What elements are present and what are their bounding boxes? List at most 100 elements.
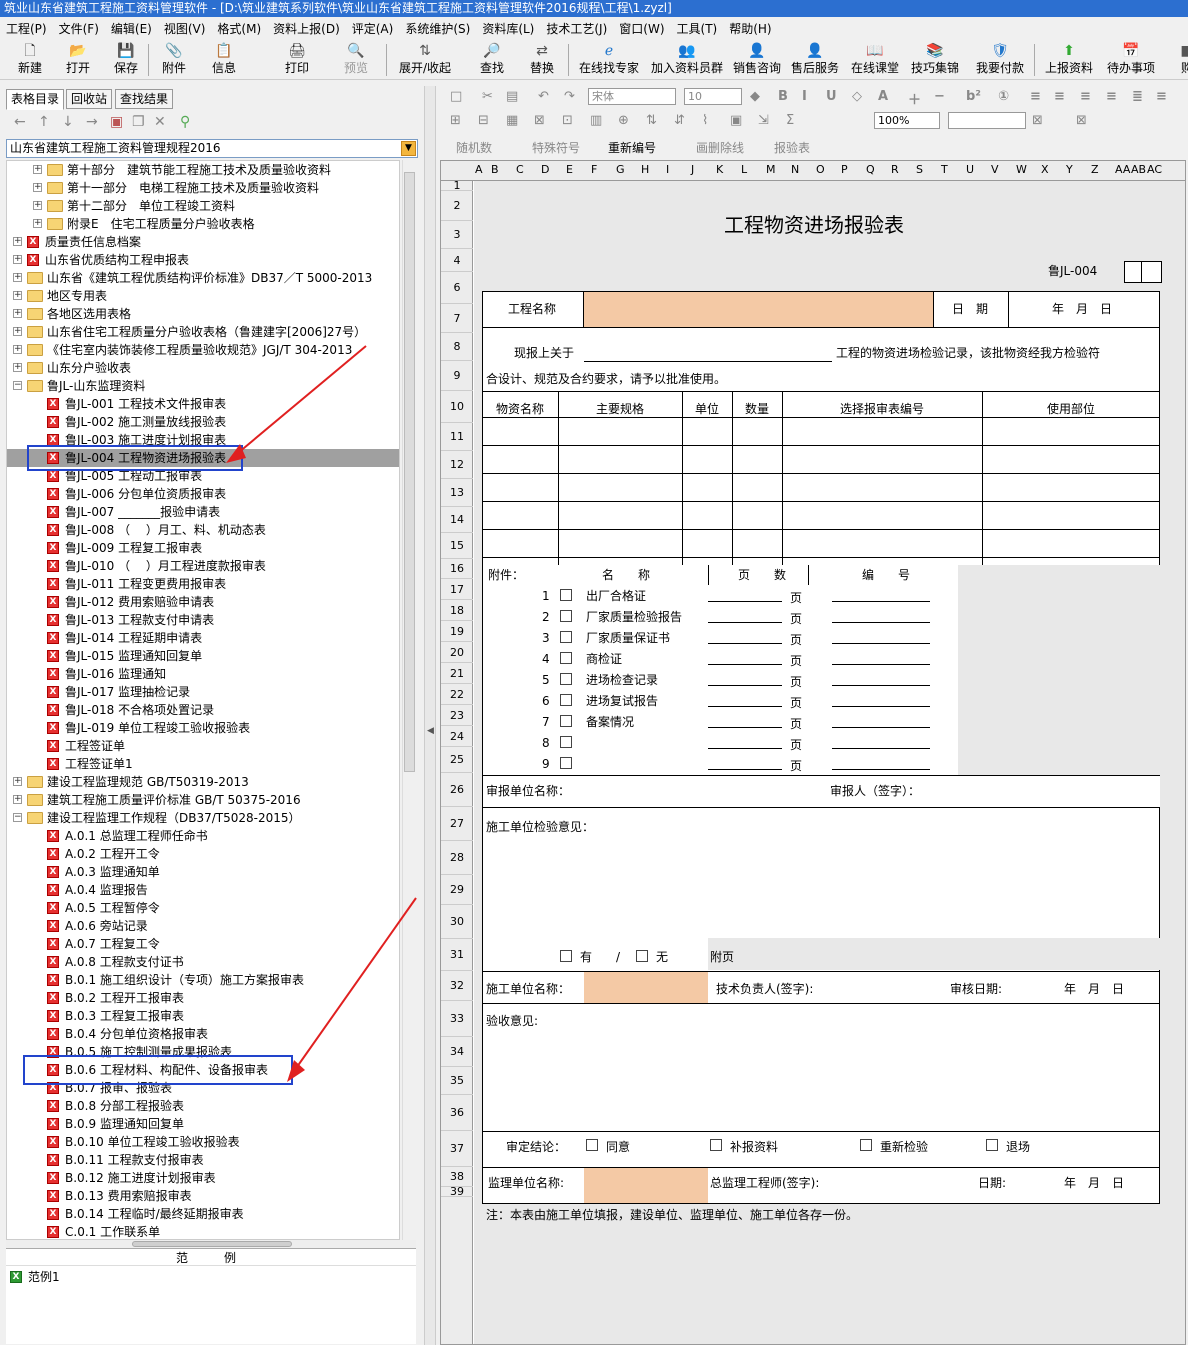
tree-item[interactable]: X B.0.2 工程开工报审表 bbox=[7, 989, 399, 1007]
material-row[interactable] bbox=[482, 530, 1160, 556]
tree-item[interactable]: X 鲁JL-019 单位工程竣工验收报验表 bbox=[7, 719, 399, 737]
layout-tool-icon-12[interactable]: Σ bbox=[786, 113, 794, 128]
tree-item[interactable]: X 鲁JL-018 不合格项处置记录 bbox=[7, 701, 399, 719]
tab-table-catalog[interactable]: 表格目录 bbox=[6, 89, 65, 110]
tree-item[interactable]: + 第十一部分 电梯工程施工技术及质量验收资料 bbox=[7, 179, 399, 197]
menu-item-6[interactable]: 评定(A) bbox=[346, 19, 400, 39]
attach-checkbox[interactable] bbox=[560, 673, 572, 685]
expand-toggle-icon[interactable]: + bbox=[33, 219, 42, 228]
toolbar-button-13[interactable]: 👤 售后服务 bbox=[786, 42, 844, 78]
toolbar-button-12[interactable]: 👤 销售咨询 bbox=[726, 42, 788, 78]
format-button-10[interactable]: ≡ bbox=[1030, 89, 1041, 104]
menu-item-1[interactable]: 文件(F) bbox=[53, 19, 105, 39]
tree-item[interactable]: X 鲁JL-012 费用索赔验申请表 bbox=[7, 593, 399, 611]
expand-toggle-icon[interactable]: + bbox=[13, 327, 22, 336]
attach-checkbox[interactable] bbox=[560, 652, 572, 664]
tree-item[interactable]: X 鲁JL-003 施工进度计划报审表 bbox=[7, 431, 399, 449]
tree-item[interactable]: X 鲁JL-017 监理抽检记录 bbox=[7, 683, 399, 701]
border-icon[interactable]: ⊠ bbox=[1032, 113, 1043, 128]
font-select[interactable]: 宋体 bbox=[588, 88, 676, 105]
toolbar-button-1[interactable]: 📂 打开 bbox=[56, 42, 100, 78]
tree-item[interactable]: X 鲁JL-014 工程延期申请表 bbox=[7, 629, 399, 647]
tree-item[interactable]: X 鲁JL-008 （ ）月工、料、机动态表 bbox=[7, 521, 399, 539]
tree-item[interactable]: X 鲁JL-006 分包单位资质报审表 bbox=[7, 485, 399, 503]
layout-tool-icon-6[interactable]: ⊕ bbox=[618, 113, 629, 128]
menu-item-5[interactable]: 资料上报(D) bbox=[267, 19, 346, 39]
tree-item[interactable]: X B.0.5 施工控制测量成果报验表 bbox=[7, 1043, 399, 1061]
tree-item[interactable]: X A.0.5 工程暂停令 bbox=[7, 899, 399, 917]
tool-0[interactable]: 随机数 bbox=[456, 139, 492, 156]
tree-item[interactable]: + 山东省住宅工程质量分户验收表格（鲁建建字[2006]27号） bbox=[7, 323, 399, 341]
attach-checkbox[interactable] bbox=[560, 610, 572, 622]
tree-item[interactable]: X B.0.10 单位工程竣工验收报验表 bbox=[7, 1133, 399, 1151]
toolbar-button-14[interactable]: 📖 在线课堂 bbox=[846, 42, 904, 78]
format-tool-icon-3[interactable]: ↶ bbox=[538, 89, 549, 104]
copy-icon[interactable]: ❐ bbox=[132, 114, 145, 130]
format-tool-icon-2[interactable]: ▤ bbox=[506, 89, 518, 104]
tree-item[interactable]: X 鲁JL-005 工程动工报审表 bbox=[7, 467, 399, 485]
format-button-11[interactable]: ≡ bbox=[1054, 89, 1065, 104]
tree-item[interactable]: X 鲁JL-015 监理通知回复单 bbox=[7, 647, 399, 665]
collapse-arrow-icon[interactable]: ◀ bbox=[427, 726, 434, 736]
format-button-6[interactable]: ＋ bbox=[908, 89, 921, 108]
layout-tool-icon-10[interactable]: ▣ bbox=[730, 113, 742, 128]
tree-item[interactable]: + X 山东省优质结构工程申报表 bbox=[7, 251, 399, 269]
tree-item[interactable]: X B.0.13 费用索赔报审表 bbox=[7, 1187, 399, 1205]
layout-tool-icon-5[interactable]: ▥ bbox=[590, 113, 602, 128]
tree-item[interactable]: X B.0.6 工程材料、构配件、设备报审表 bbox=[7, 1061, 399, 1079]
material-row[interactable] bbox=[482, 418, 1160, 444]
standard-select[interactable]: 山东省建筑工程施工资料管理规程2016 ▼ bbox=[6, 139, 418, 158]
expand-toggle-icon[interactable]: + bbox=[13, 363, 22, 372]
tree-item[interactable]: X B.0.8 分部工程报验表 bbox=[7, 1097, 399, 1115]
panel-splitter[interactable]: ◀ bbox=[424, 86, 436, 1345]
tree-item[interactable]: + 山东分户验收表 bbox=[7, 359, 399, 377]
fill-icon[interactable]: ⊠ bbox=[1076, 113, 1087, 128]
tool-4[interactable]: 报验表 bbox=[774, 139, 810, 156]
tree-item[interactable]: X B.0.3 工程复工报审表 bbox=[7, 1007, 399, 1025]
menu-item-9[interactable]: 技术工艺(J) bbox=[540, 19, 613, 39]
layout-tool-icon-0[interactable]: ⊞ bbox=[450, 113, 461, 128]
tree-item[interactable]: + 第十二部分 单位工程竣工资料 bbox=[7, 197, 399, 215]
attach-checkbox[interactable] bbox=[560, 736, 572, 748]
tree-item[interactable]: + 附录E 住宅工程质量分户验收表格 bbox=[7, 215, 399, 233]
font-size-select[interactable]: 10 bbox=[684, 88, 742, 105]
format-button-1[interactable]: B bbox=[778, 89, 788, 104]
tree-item[interactable]: X B.0.1 施工组织设计（专项）施工方案报审表 bbox=[7, 971, 399, 989]
tree-item[interactable]: + 建设工程监理规范 GB/T50319-2013 bbox=[7, 773, 399, 791]
format-button-5[interactable]: A bbox=[878, 89, 888, 104]
tree-item[interactable]: − 建设工程监理工作规程（DB37/T5028-2015） bbox=[7, 809, 399, 827]
format-button-0[interactable]: ◆ bbox=[750, 89, 760, 104]
menu-item-4[interactable]: 格式(M) bbox=[211, 19, 267, 39]
toolbar-button-9[interactable]: ⇄ 替换 bbox=[520, 42, 564, 78]
layout-tool-icon-8[interactable]: ⇵ bbox=[674, 113, 685, 128]
layout-tool-icon-11[interactable]: ⇲ bbox=[758, 113, 769, 128]
filter-icon[interactable]: ⚲ bbox=[180, 114, 190, 130]
toolbar-button-16[interactable]: 🛡 我要付款 bbox=[970, 42, 1030, 78]
inspect-opinion-field[interactable] bbox=[483, 841, 1159, 937]
layout-tool-icon-4[interactable]: ⊡ bbox=[562, 113, 573, 128]
expand-toggle-icon[interactable]: + bbox=[13, 345, 22, 354]
tree-item[interactable]: + 山东省《建筑工程优质结构评价标准》DB37／T 5000-2013 bbox=[7, 269, 399, 287]
layout-tool-icon-7[interactable]: ⇅ bbox=[646, 113, 657, 128]
toolbar-button-0[interactable]: 🗋 新建 bbox=[8, 42, 52, 78]
layout-tool-icon-3[interactable]: ⊠ bbox=[534, 113, 545, 128]
tree-item[interactable]: X A.0.2 工程开工令 bbox=[7, 845, 399, 863]
tree-scrollbar[interactable] bbox=[402, 160, 416, 1240]
arrow-right-icon[interactable]: → bbox=[86, 114, 98, 130]
toolbar-button-8[interactable]: 🔎 查找 bbox=[472, 42, 512, 78]
supervisor-unit-field[interactable] bbox=[584, 1168, 708, 1203]
submit-unit-field[interactable] bbox=[632, 776, 808, 807]
format-button-8[interactable]: b² bbox=[966, 89, 981, 104]
toolbar-button-2[interactable]: 💾 保存 bbox=[104, 42, 148, 78]
expand-toggle-icon[interactable]: + bbox=[13, 273, 22, 282]
expand-toggle-icon[interactable]: + bbox=[33, 201, 42, 210]
reviewer-field[interactable] bbox=[958, 776, 1160, 807]
tree-item[interactable]: X 鲁JL-001 工程技术文件报审表 bbox=[7, 395, 399, 413]
toolbar-button-7[interactable]: ⇅ 展开/收起 bbox=[392, 42, 458, 78]
expand-toggle-icon[interactable]: + bbox=[13, 777, 22, 786]
add-table-icon[interactable]: ▣ bbox=[110, 114, 123, 130]
tree-item[interactable]: X 鲁JL-009 工程复工报审表 bbox=[7, 539, 399, 557]
tree-item[interactable]: X 鲁JL-002 施工测量放线报验表 bbox=[7, 413, 399, 431]
example-item[interactable]: X 范例1 bbox=[10, 1268, 210, 1286]
tree-item[interactable]: − 鲁JL-山东监理资料 bbox=[7, 377, 399, 395]
